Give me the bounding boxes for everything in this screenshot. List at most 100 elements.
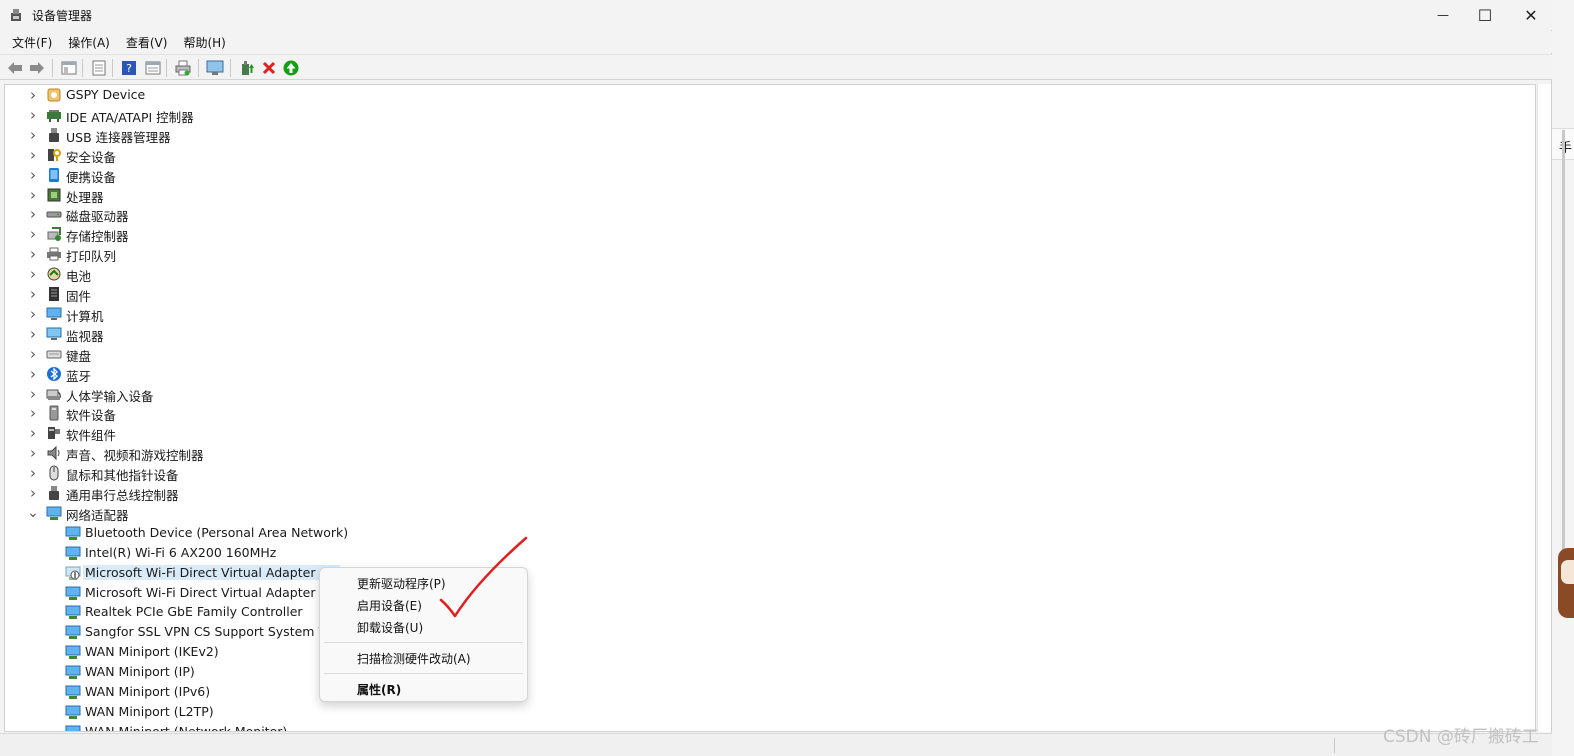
- svg-text:?: ?: [126, 62, 132, 75]
- show-hide-tree-button[interactable]: [60, 59, 78, 77]
- tree-category[interactable]: › 监视器: [5, 324, 1535, 344]
- uninstall-device-menu-item[interactable]: 卸载设备(U): [357, 619, 423, 636]
- tree-category[interactable]: › 蓝牙: [5, 364, 1535, 384]
- adapter-icon: [65, 685, 81, 699]
- help-icon: ?: [122, 61, 136, 75]
- background-window-text: 手: [1558, 141, 1572, 156]
- properties-button[interactable]: [90, 59, 108, 77]
- expanded-chevron-icon[interactable]: ⌄: [27, 503, 39, 523]
- forward-button[interactable]: [28, 59, 46, 77]
- collapsed-chevron-icon[interactable]: ›: [27, 483, 39, 503]
- network-adapter-item[interactable]: Realtek PCIe GbE Family Controller: [5, 602, 1535, 622]
- network-adapter-item[interactable]: WAN Miniport (Network Monitor): [5, 722, 1535, 731]
- tree-category[interactable]: › 键盘: [5, 344, 1535, 364]
- tree-category[interactable]: › 存储控制器: [5, 224, 1535, 244]
- uninstall-device-button[interactable]: [260, 59, 278, 77]
- vertical-scrollbar[interactable]: [1537, 84, 1551, 732]
- usb-icon: [49, 127, 59, 142]
- tree-category[interactable]: › 磁盘驱动器: [5, 204, 1535, 224]
- collapsed-chevron-icon[interactable]: ›: [27, 244, 39, 264]
- tree-category[interactable]: › 便携设备: [5, 165, 1535, 185]
- adapter-icon: [65, 546, 81, 560]
- network-adapter-item[interactable]: Microsoft Wi-Fi Direct Virtual Adapter #…: [5, 563, 1535, 583]
- update-driver-menu-item[interactable]: 更新驱动程序(P): [357, 575, 446, 592]
- collapsed-chevron-icon[interactable]: ›: [27, 204, 39, 224]
- collapsed-chevron-icon[interactable]: ›: [27, 105, 39, 125]
- tree-category-label: IDE ATA/ATAPI 控制器: [66, 109, 194, 125]
- enable-device-button[interactable]: [282, 59, 300, 77]
- printer-icon: [47, 247, 61, 261]
- collapsed-chevron-icon[interactable]: ›: [27, 145, 39, 165]
- close-button[interactable]: ✕: [1508, 0, 1554, 30]
- tree-category[interactable]: › 处理器: [5, 185, 1535, 205]
- collapsed-chevron-icon[interactable]: ›: [27, 224, 39, 244]
- minimize-button[interactable]: —: [1420, 0, 1466, 30]
- collapsed-chevron-icon[interactable]: ›: [27, 125, 39, 145]
- tree-category[interactable]: › 打印队列: [5, 244, 1535, 264]
- collapsed-chevron-icon[interactable]: ›: [27, 403, 39, 423]
- status-bar-divider: [1334, 738, 1335, 753]
- collapsed-chevron-icon[interactable]: ›: [27, 304, 39, 324]
- menu-action[interactable]: 操作(A): [60, 34, 118, 51]
- tree-category[interactable]: › 鼠标和其他指针设备: [5, 463, 1535, 483]
- network-adapter-item[interactable]: Microsoft Wi-Fi Direct Virtual Adapter #…: [5, 583, 1535, 603]
- toolbar: ?: [0, 54, 1552, 80]
- scan-hardware-button[interactable]: [206, 59, 224, 77]
- tree-category-label: 键盘: [66, 348, 92, 364]
- network-adapter-item[interactable]: Sangfor SSL VPN CS Support System VNIC: [5, 622, 1535, 642]
- network-adapter-label: Bluetooth Device (Personal Area Network): [85, 524, 349, 540]
- properties-menu-item[interactable]: 属性(R): [357, 681, 401, 698]
- tree-category[interactable]: › USB 连接器管理器: [5, 125, 1535, 145]
- collapsed-chevron-icon[interactable]: ›: [27, 463, 39, 483]
- network-adapter-item[interactable]: WAN Miniport (IPv6): [5, 682, 1535, 702]
- maximize-button[interactable]: ☐: [1462, 0, 1508, 30]
- collapsed-chevron-icon[interactable]: ›: [27, 284, 39, 304]
- tree-category[interactable]: › 声音、视频和游戏控制器: [5, 443, 1535, 463]
- enable-device-icon: [283, 60, 299, 76]
- tree-category[interactable]: › 计算机: [5, 304, 1535, 324]
- maximize-icon: ☐: [1477, 5, 1493, 25]
- help-button[interactable]: ?: [120, 59, 138, 77]
- enable-device-menu-item[interactable]: 启用设备(E): [357, 597, 422, 614]
- back-button[interactable]: [6, 59, 24, 77]
- device-tree: › GSPY Device › IDE ATA/ATAPI 控制器 › USB 连接器管理…: [4, 84, 1536, 732]
- tree-category[interactable]: › 通用串行总线控制器: [5, 483, 1535, 503]
- tree-category[interactable]: › 软件设备: [5, 403, 1535, 423]
- update-driver-button[interactable]: [238, 59, 256, 77]
- view-button[interactable]: [144, 59, 162, 77]
- menu-help[interactable]: 帮助(H): [175, 34, 233, 51]
- collapsed-chevron-icon[interactable]: ›: [27, 85, 39, 105]
- tree-category[interactable]: › 电池: [5, 264, 1535, 284]
- adapter-icon: [65, 725, 81, 731]
- tree-category[interactable]: › 软件组件: [5, 423, 1535, 443]
- network-adapter-item[interactable]: WAN Miniport (L2TP): [5, 702, 1535, 722]
- collapsed-chevron-icon[interactable]: ›: [27, 384, 39, 404]
- tree-category[interactable]: › 固件: [5, 284, 1535, 304]
- keyboard-icon: [46, 350, 62, 359]
- collapsed-chevron-icon[interactable]: ›: [27, 423, 39, 443]
- tree-category[interactable]: › GSPY Device: [5, 85, 1535, 105]
- collapsed-chevron-icon[interactable]: ›: [27, 443, 39, 463]
- menu-file[interactable]: 文件(F): [4, 34, 60, 51]
- collapsed-chevron-icon[interactable]: ›: [27, 264, 39, 284]
- network-adapter-item[interactable]: Intel(R) Wi-Fi 6 AX200 160MHz: [5, 543, 1535, 563]
- red-check-mark-annotation: [439, 536, 528, 618]
- network-adapter-item[interactable]: WAN Miniport (IP): [5, 662, 1535, 682]
- toolbar-separator: [198, 59, 199, 77]
- menu-view[interactable]: 查看(V): [118, 34, 176, 51]
- collapsed-chevron-icon[interactable]: ›: [27, 344, 39, 364]
- collapsed-chevron-icon[interactable]: ›: [27, 324, 39, 344]
- tree-category[interactable]: › 人体学输入设备: [5, 384, 1535, 404]
- collapsed-chevron-icon[interactable]: ›: [27, 185, 39, 205]
- scan-hardware-menu-item[interactable]: 扫描检测硬件改动(A): [357, 650, 471, 667]
- network-adapter-label: WAN Miniport (IPv6): [85, 684, 211, 699]
- network-adapter-item[interactable]: WAN Miniport (IKEv2): [5, 642, 1535, 662]
- toolbar-separator: [112, 59, 113, 77]
- tree-category[interactable]: › 安全设备: [5, 145, 1535, 165]
- print-button[interactable]: [174, 59, 192, 77]
- collapsed-chevron-icon[interactable]: ›: [27, 364, 39, 384]
- collapsed-chevron-icon[interactable]: ›: [27, 165, 39, 185]
- tree-category[interactable]: ⌄ 网络适配器: [5, 503, 1535, 523]
- tree-category[interactable]: › IDE ATA/ATAPI 控制器: [5, 105, 1535, 125]
- network-adapter-item[interactable]: Bluetooth Device (Personal Area Network): [5, 523, 1535, 543]
